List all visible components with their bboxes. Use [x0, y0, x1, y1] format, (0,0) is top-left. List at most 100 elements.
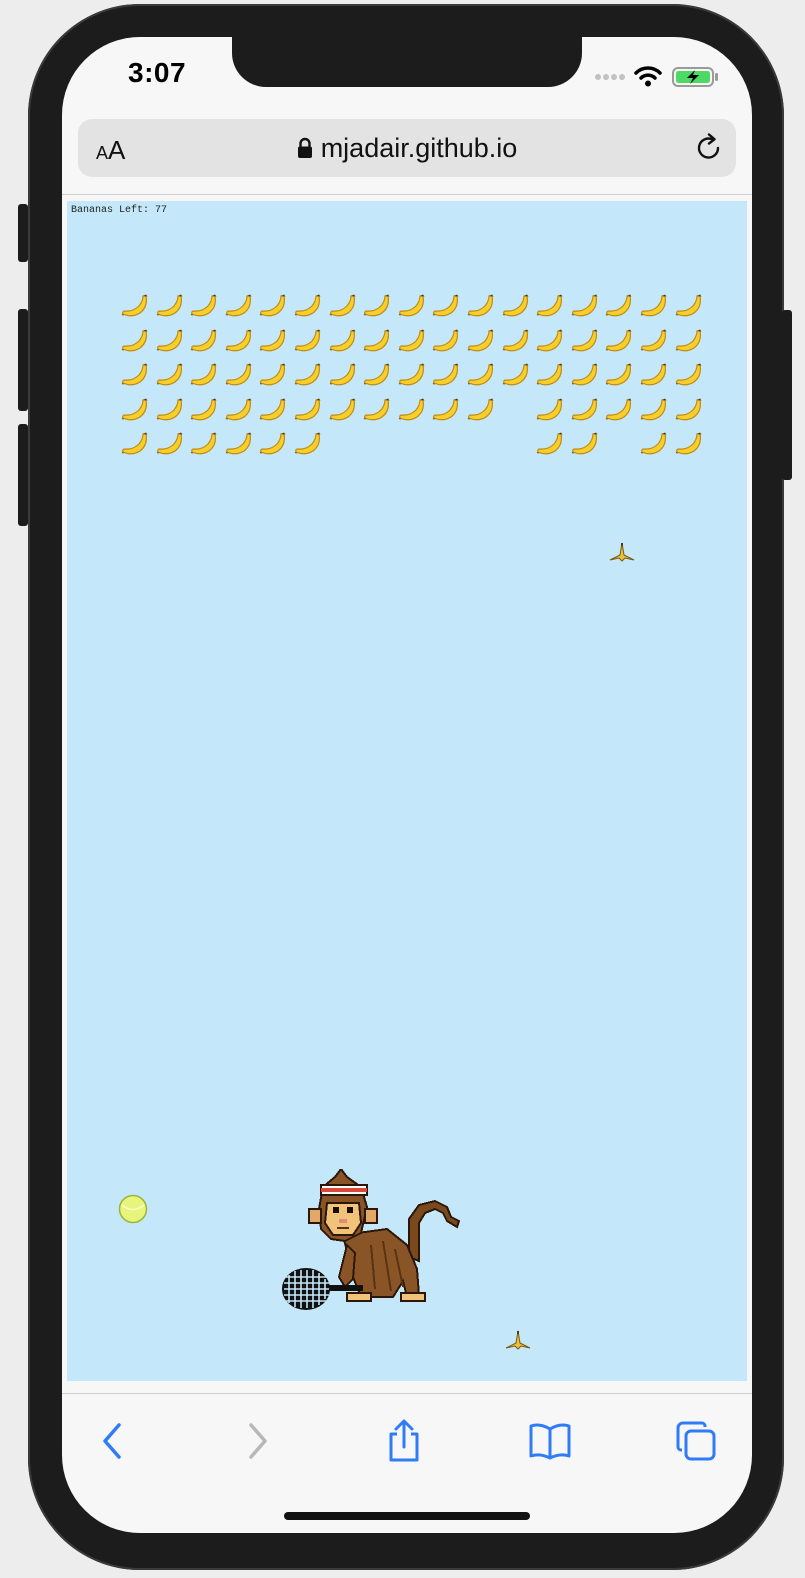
reload-icon[interactable] [694, 133, 724, 163]
screen: 3:07 AA mjadair.github.io Bananas Left: … [62, 37, 752, 1533]
banana-brick-icon [467, 294, 494, 317]
banana-brick-icon [294, 363, 321, 386]
banana-brick-icon [190, 432, 217, 455]
banana-brick-icon [640, 432, 667, 455]
banana-brick-icon [432, 363, 459, 386]
banana-brick-icon [259, 294, 286, 317]
banana-brick-icon [571, 294, 598, 317]
banana-brick-icon [121, 294, 148, 317]
tennis-ball-icon [118, 1194, 148, 1224]
home-indicator [284, 1512, 530, 1520]
banana-brick-icon [329, 329, 356, 351]
banana-brick-icon [190, 363, 217, 386]
banana-brick-icon [536, 329, 563, 351]
banana-brick-icon [675, 294, 702, 317]
bookmarks-icon [529, 1423, 571, 1460]
banana-brick-icon [259, 329, 286, 351]
banana-brick-icon [363, 363, 390, 386]
power-button [782, 310, 792, 480]
share-icon [389, 1419, 419, 1462]
banana-brick-icon [571, 398, 598, 420]
bananas-left-counter: Bananas Left: 77 [71, 205, 168, 216]
banana-brick-icon [225, 329, 252, 351]
banana-brick-icon [121, 329, 148, 351]
banana-brick-icon [675, 363, 702, 386]
banana-brick-icon [675, 432, 702, 455]
bookmarks-button[interactable] [526, 1417, 574, 1465]
address-bar[interactable]: AA mjadair.github.io [78, 119, 736, 177]
forward-button[interactable] [234, 1417, 282, 1465]
banana-brick-icon [640, 398, 667, 420]
banana-peel-icon [609, 542, 635, 562]
notch [232, 37, 582, 87]
banana-brick-icon [398, 363, 425, 386]
banana-brick-icon [467, 398, 494, 420]
url-text: mjadair.github.io [320, 133, 518, 163]
banana-brick-icon [190, 329, 217, 351]
share-button[interactable] [380, 1417, 428, 1465]
banana-brick-icon [225, 432, 252, 455]
banana-brick-icon [294, 398, 321, 420]
banana-brick-icon [536, 398, 563, 420]
banana-brick-icon [571, 329, 598, 351]
url-display[interactable]: mjadair.github.io [78, 133, 736, 164]
back-icon [103, 1423, 121, 1459]
banana-brick-icon [156, 398, 183, 420]
back-button[interactable] [88, 1417, 136, 1465]
banana-brick-icon [156, 363, 183, 386]
banana-brick-icon [571, 432, 598, 455]
banana-brick-icon [329, 398, 356, 420]
banana-brick-icon [156, 294, 183, 317]
battery-charging-icon [672, 67, 718, 87]
banana-brick-icon [398, 329, 425, 351]
forward-icon [249, 1423, 267, 1459]
banana-brick-icon [363, 398, 390, 420]
banana-brick-icon [190, 294, 217, 317]
banana-brick-icon [675, 329, 702, 351]
banana-brick-icon [329, 294, 356, 317]
banana-brick-icon [502, 329, 529, 351]
banana-brick-icon [536, 432, 563, 455]
silent-switch [18, 204, 28, 262]
lock-icon [297, 137, 312, 158]
banana-brick-icon [640, 294, 667, 317]
banana-brick-icon [294, 432, 321, 455]
tennis-racket-icon [282, 1268, 363, 1310]
banana-brick-icon [156, 329, 183, 351]
toolbar-divider [62, 1393, 752, 1394]
signal-dots-icon [595, 74, 625, 80]
banana-peel-icon [505, 1330, 531, 1350]
banana-brick-icon [225, 294, 252, 317]
banana-brick-icon [502, 294, 529, 317]
volume-up-button [18, 309, 28, 411]
banana-brick-icon [605, 329, 632, 351]
tabs-button[interactable] [672, 1417, 720, 1465]
banana-brick-icon [398, 294, 425, 317]
banana-brick-icon [259, 398, 286, 420]
tabs-icon [676, 1421, 716, 1461]
banana-brick-icon [294, 294, 321, 317]
banana-brick-icon [605, 294, 632, 317]
banana-brick-icon [363, 294, 390, 317]
volume-down-button [18, 424, 28, 526]
banana-brick-icon [363, 329, 390, 351]
banana-brick-icon [640, 363, 667, 386]
banana-brick-icon [432, 329, 459, 351]
wifi-icon [634, 66, 662, 87]
banana-brick-icon [640, 329, 667, 351]
banana-brick-icon [571, 363, 598, 386]
game-canvas[interactable]: Bananas Left: 77 [67, 201, 747, 1381]
banana-brick-icon [156, 432, 183, 455]
banana-brick-icon [536, 363, 563, 386]
banana-brick-icon [294, 329, 321, 351]
header-divider [62, 194, 752, 195]
banana-brick-icon [398, 398, 425, 420]
browser-toolbar [62, 1395, 752, 1485]
banana-brick-icon [225, 398, 252, 420]
banana-brick-icon [536, 294, 563, 317]
banana-brick-icon [190, 398, 217, 420]
banana-brick-icon [502, 363, 529, 386]
banana-brick-icon [605, 363, 632, 386]
status-time: 3:07 [128, 57, 187, 88]
banana-brick-icon [259, 363, 286, 386]
